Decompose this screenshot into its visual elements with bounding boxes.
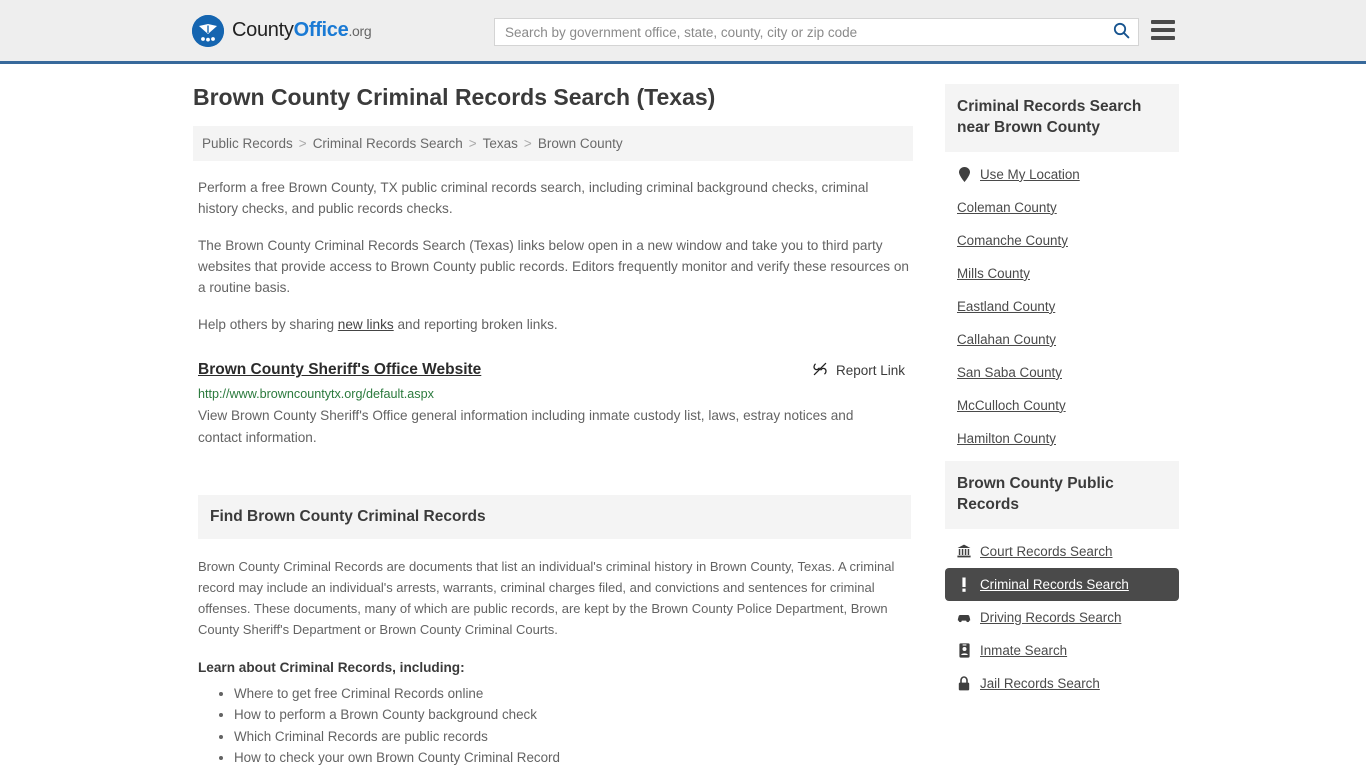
sidebar-item-san-saba-county[interactable]: San Saba County [945, 356, 1179, 389]
hamburger-bar-2 [1151, 28, 1175, 32]
car-icon [957, 612, 971, 623]
map-pin-icon [957, 166, 971, 182]
breadcrumb: Public Records > Criminal Records Search… [193, 125, 913, 161]
sidebar-item-label: Criminal Records Search [980, 576, 1129, 592]
result-url[interactable]: http://www.browncountytx.org/default.asp… [198, 387, 913, 401]
sidebar: Criminal Records Search near Brown Count… [945, 84, 1179, 768]
result-description: View Brown County Sheriff's Office gener… [198, 407, 854, 446]
breadcrumb-separator: > [523, 135, 532, 151]
site-header: CountyOffice.org [0, 0, 1366, 64]
sidebar-item-label: Comanche County [957, 232, 1068, 248]
search-button[interactable] [1104, 19, 1138, 45]
sidebar-item-label: Use My Location [980, 166, 1080, 182]
site-logo[interactable]: CountyOffice.org [192, 14, 372, 47]
result-item: Brown County Sheriff's Office Website Re… [198, 361, 913, 450]
site-logo-text: CountyOffice.org [232, 19, 372, 42]
hamburger-menu-icon[interactable] [1151, 20, 1175, 40]
intro-paragraph-2: The Brown County Criminal Records Search… [198, 237, 909, 295]
sidebar-item-label: Callahan County [957, 331, 1057, 347]
page-title: Brown County Criminal Records Search (Te… [193, 84, 716, 110]
help-text-before: Help others by sharing [198, 316, 338, 332]
hamburger-bar-3 [1151, 36, 1175, 40]
search-input[interactable] [495, 19, 1104, 45]
sidebar-item-label: Hamilton County [957, 430, 1056, 446]
id-badge-icon [957, 643, 971, 658]
help-text-after: and reporting broken links. [393, 316, 558, 332]
logo-text-part2: Office [293, 19, 349, 41]
section-header-band: Find Brown County Criminal Records [198, 494, 911, 539]
list-item: Which Criminal Records are public record… [234, 727, 913, 747]
sidebar-item-label: Driving Records Search [980, 609, 1122, 625]
logo-text-part1: County [232, 19, 294, 41]
sidebar-item-jail-records-search[interactable]: Jail Records Search [945, 667, 1179, 700]
sidebar-item-callahan-county[interactable]: Callahan County [945, 323, 1179, 356]
sidebar-item-criminal-records-search[interactable]: Criminal Records Search [945, 567, 1179, 601]
sidebar-item-hamilton-county[interactable]: Hamilton County [945, 422, 1179, 455]
nearby-counties-heading: Criminal Records Search near Brown Count… [945, 84, 1179, 152]
exclamation-icon [957, 577, 971, 592]
sidebar-item-label: Mills County [957, 265, 1030, 281]
section-heading: Find Brown County Criminal Records [210, 507, 486, 525]
breadcrumb-item-criminal-records-search[interactable]: Criminal Records Search [313, 136, 463, 151]
report-link-button[interactable]: Report Link [812, 361, 913, 380]
sidebar-item-inmate-search[interactable]: Inmate Search [945, 634, 1179, 667]
search-bar [494, 18, 1139, 46]
sidebar-item-mcculloch-county[interactable]: McCulloch County [945, 389, 1179, 422]
eagle-shield-logo-icon [192, 14, 224, 47]
section-body-text: Brown County Criminal Records are docume… [198, 558, 895, 637]
sidebar-item-label: San Saba County [957, 364, 1062, 380]
report-link-label: Report Link [835, 362, 905, 378]
sidebar-item-comanche-county[interactable]: Comanche County [945, 224, 1179, 257]
sidebar-item-mills-county[interactable]: Mills County [945, 257, 1179, 290]
result-title-link[interactable]: Brown County Sheriff's Office Website [198, 361, 481, 379]
page-container: Brown County Criminal Records Search (Te… [193, 64, 1179, 768]
breadcrumb-item-texas[interactable]: Texas [483, 136, 518, 151]
hamburger-bar-1 [1151, 20, 1175, 24]
sidebar-item-driving-records-search[interactable]: Driving Records Search [945, 601, 1179, 634]
public-records-heading: Brown County Public Records [945, 460, 1179, 529]
sidebar-item-coleman-county[interactable]: Coleman County [945, 191, 1179, 224]
sidebar-item-eastland-county[interactable]: Eastland County [945, 290, 1179, 323]
sidebar-item-label: McCulloch County [957, 397, 1066, 413]
page-root: CountyOffice.org Brown County [0, 0, 1366, 768]
public-records-list: Court Records Search Criminal Records Se… [945, 529, 1179, 700]
nearby-counties-panel: Criminal Records Search near Brown Count… [945, 84, 1179, 455]
sidebar-item-court-records-search[interactable]: Court Records Search [945, 535, 1179, 568]
intro-paragraph-1: Perform a free Brown County, TX public c… [198, 179, 869, 216]
learn-heading: Learn about Criminal Records, including: [198, 660, 465, 675]
sidebar-item-label: Eastland County [957, 298, 1056, 314]
list-item: How to check your own Brown County Crimi… [234, 748, 913, 768]
breadcrumb-item-public-records[interactable]: Public Records [202, 136, 293, 151]
help-paragraph: Help others by sharing new links and rep… [198, 314, 911, 335]
nearby-counties-list: Use My Location Coleman County Comanche … [945, 152, 1179, 455]
breadcrumb-separator: > [298, 135, 307, 151]
public-records-panel: Brown County Public Records Court Record… [945, 460, 1179, 700]
list-item: Where to get free Criminal Records onlin… [234, 684, 913, 704]
search-icon [1113, 22, 1130, 42]
sidebar-item-label: Inmate Search [980, 642, 1068, 658]
breadcrumb-item-brown-county[interactable]: Brown County [538, 136, 623, 151]
breadcrumb-separator: > [468, 135, 477, 151]
logo-text-part3: .org [348, 23, 372, 39]
sidebar-item-label: Court Records Search [980, 543, 1113, 559]
new-links-link[interactable]: new links [338, 317, 394, 332]
sidebar-item-label: Jail Records Search [980, 675, 1100, 691]
sidebar-item-use-my-location[interactable]: Use My Location [945, 158, 1179, 191]
broken-link-icon [812, 361, 828, 380]
sidebar-item-label: Coleman County [957, 199, 1057, 215]
main-content: Brown County Criminal Records Search (Te… [193, 84, 913, 768]
result-header-row: Brown County Sheriff's Office Website Re… [198, 361, 913, 380]
lock-icon [957, 675, 971, 691]
list-item: How to perform a Brown County background… [234, 705, 913, 725]
learn-list: Where to get free Criminal Records onlin… [198, 684, 913, 768]
courthouse-icon [957, 544, 971, 558]
